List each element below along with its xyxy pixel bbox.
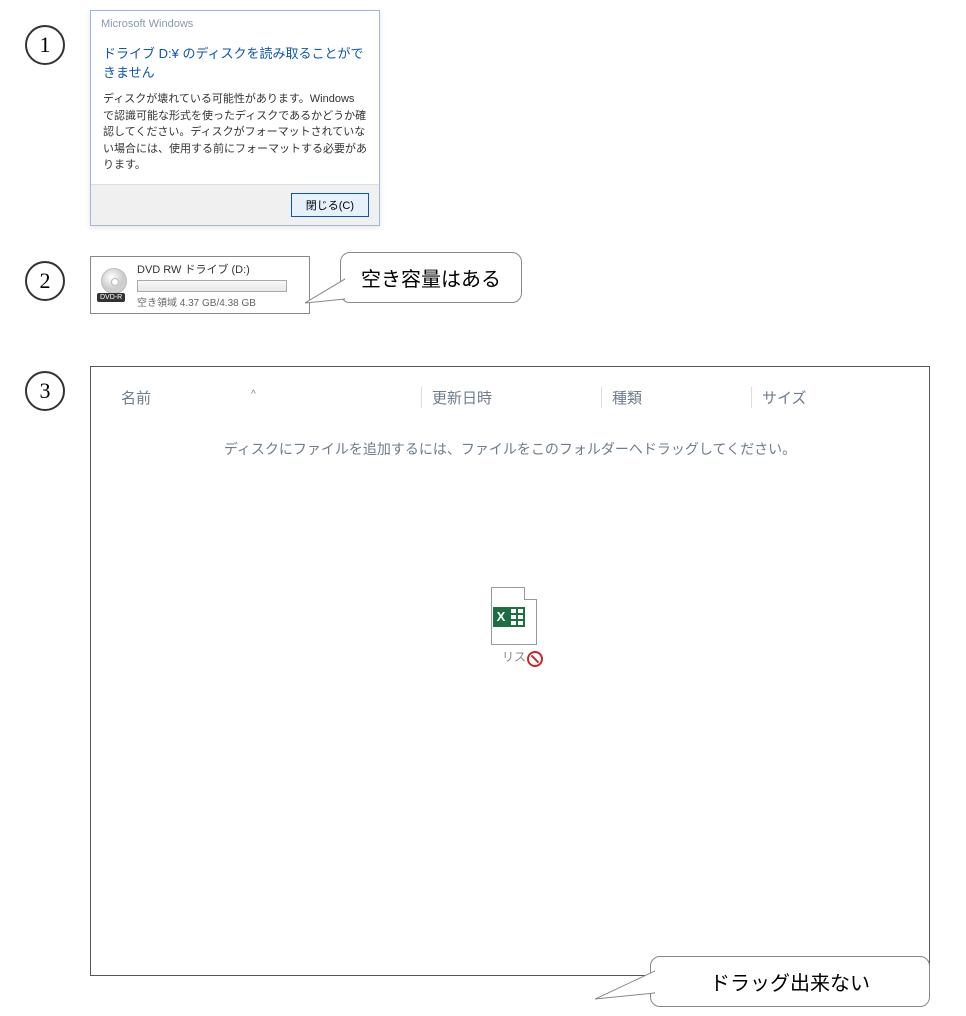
error-dialog: Microsoft Windows ドライブ D:¥ のディスクを読み取ることが… bbox=[90, 10, 380, 226]
callout-tail bbox=[305, 277, 345, 305]
drive-capacity-bar bbox=[137, 280, 287, 292]
dialog-headline: ドライブ D:¥ のディスクを読み取ることができません bbox=[103, 43, 367, 81]
dialog-body-text: ディスクが壊れている可能性があります。Windows で認識可能な形式を使ったデ… bbox=[103, 91, 367, 174]
drive-item[interactable]: DVD-R DVD RW ドライブ (D:) 空き領域 4.37 GB/4.38… bbox=[90, 256, 310, 314]
explorer-empty-hint: ディスクにファイルを追加するには、ファイルをこのフォルダーへドラッグしてください… bbox=[91, 439, 929, 459]
column-name[interactable]: 名前 ^ bbox=[121, 387, 421, 408]
dragged-file: X リス bbox=[491, 587, 537, 665]
column-type[interactable]: 種類 bbox=[601, 387, 751, 408]
step-number-2: 2 bbox=[25, 261, 65, 301]
callout-tail bbox=[595, 967, 655, 1001]
explorer-window: 名前 ^ 更新日時 種類 サイズ ディスクにファイルを追加するには、ファイルをこ… bbox=[90, 366, 930, 976]
drive-name: DVD RW ドライブ (D:) bbox=[137, 261, 303, 277]
column-size[interactable]: サイズ bbox=[751, 387, 871, 408]
column-headers: 名前 ^ 更新日時 種類 サイズ bbox=[91, 367, 929, 419]
dvd-drive-icon: DVD-R bbox=[97, 268, 131, 302]
drive-free-space: 空き領域 4.37 GB/4.38 GB bbox=[137, 294, 303, 309]
dragged-file-label: リス bbox=[491, 648, 537, 665]
callout-free-space: 空き容量はある bbox=[340, 252, 522, 303]
not-allowed-icon bbox=[527, 651, 543, 667]
dvd-r-tag: DVD-R bbox=[97, 293, 125, 302]
excel-file-icon: X bbox=[491, 587, 537, 645]
close-button[interactable]: 閉じる(C) bbox=[291, 193, 369, 217]
column-date[interactable]: 更新日時 bbox=[421, 387, 601, 408]
column-name-label: 名前 bbox=[121, 390, 151, 407]
callout-text: ドラッグ出来ない bbox=[710, 973, 870, 995]
sort-ascending-icon: ^ bbox=[251, 389, 256, 400]
callout-text: 空き容量はある bbox=[361, 269, 501, 291]
step-number-1: 1 bbox=[25, 25, 65, 65]
step-number-3: 3 bbox=[25, 371, 65, 411]
dialog-window-title: Microsoft Windows bbox=[91, 11, 379, 37]
